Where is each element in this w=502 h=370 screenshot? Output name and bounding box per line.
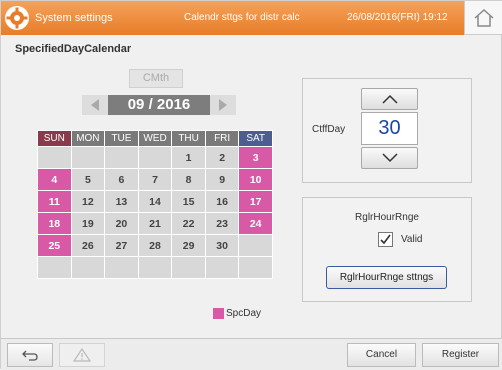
cutoff-label: CtffDay (312, 124, 346, 135)
weekday-header: MON (70, 130, 106, 147)
header-bar: System settings Calendr sttgs for distr … (1, 1, 502, 35)
calendar-day-cell[interactable]: 9 (204, 168, 240, 191)
calendar-empty-cell (104, 256, 139, 279)
calendar-day-cell[interactable]: 17 (238, 190, 273, 213)
calendar-day-cell[interactable]: 22 (171, 212, 206, 235)
calendar-day-cell[interactable]: 16 (204, 190, 240, 213)
valid-label: Valid (401, 234, 423, 245)
header-orange-bar: System settings Calendr sttgs for distr … (1, 1, 464, 35)
legend-swatch (213, 308, 224, 319)
checkmark-icon (380, 234, 391, 245)
weekday-header: WED (137, 130, 173, 147)
calendar-day-cell[interactable]: 14 (137, 190, 173, 213)
calendar-day-cell[interactable]: 20 (104, 212, 139, 235)
footer-bar: Cancel Register (1, 338, 502, 370)
calendar-day-cell[interactable]: 12 (70, 190, 106, 213)
register-button[interactable]: Register (422, 343, 499, 367)
home-button[interactable] (464, 1, 502, 35)
regular-hour-range-settings-button[interactable]: RglrHourRnge sttngs (326, 266, 447, 289)
chevron-down-icon (381, 153, 398, 163)
calendar-empty-cell (171, 256, 206, 279)
calendar-day-cell[interactable]: 29 (171, 234, 206, 257)
calendar-day-cell[interactable]: 1 (171, 146, 206, 169)
cutoff-up-button[interactable] (361, 88, 418, 110)
calendar-empty-cell (204, 256, 240, 279)
legend-label: SpcDay (226, 308, 262, 319)
month-label: 09 / 2016 (108, 95, 210, 115)
cutoff-value[interactable]: 30 (361, 112, 418, 145)
valid-checkbox[interactable] (378, 232, 393, 247)
calendar-grid: SUN MON TUE WED THU FRI SAT 1 2 3 4 5 6 7 8 9 10 1… (37, 130, 273, 279)
calendar-day-cell[interactable]: 8 (171, 168, 206, 191)
datetime-display: 26/08/2016(FRI) 19:12 (347, 12, 448, 23)
weekday-header: FRI (204, 130, 240, 147)
prev-month-button[interactable] (82, 95, 108, 115)
home-icon (474, 8, 494, 27)
calendar-week-row: 123 (37, 146, 273, 169)
warning-button[interactable] (59, 343, 105, 367)
calendar-week-row (37, 256, 273, 279)
calendar-empty-cell (238, 256, 273, 279)
regular-hour-range-label: RglrHourRnge (355, 212, 419, 223)
weekday-header: SUN (37, 130, 72, 147)
calendar-week-row: 25 26 27 28 29 30 (37, 234, 273, 257)
calendar-day-cell[interactable]: 10 (238, 168, 273, 191)
calendar-day-cell[interactable]: 27 (104, 234, 139, 257)
gear-icon (5, 6, 29, 30)
weekday-header-row: SUN MON TUE WED THU FRI SAT (37, 130, 273, 147)
back-arrow-icon (22, 350, 38, 361)
regular-hour-range-panel: RglrHourRnge Valid RglrHourRnge sttngs (302, 197, 472, 302)
cancel-button[interactable]: Cancel (347, 343, 416, 367)
calendar-day-cell[interactable]: 15 (171, 190, 206, 213)
calendar-day-cell[interactable]: 19 (70, 212, 106, 235)
calendar-day-cell[interactable]: 25 (37, 234, 72, 257)
calendar-day-cell[interactable]: 3 (238, 146, 273, 169)
calendar-empty-cell (137, 256, 173, 279)
next-month-button[interactable] (210, 95, 236, 115)
calendar-day-cell[interactable]: 7 (137, 168, 173, 191)
weekday-header: SAT (238, 130, 273, 147)
current-month-button[interactable]: CMth (129, 69, 183, 88)
calendar-day-cell[interactable]: 30 (204, 234, 240, 257)
warning-icon (73, 348, 91, 362)
arrow-right-icon (219, 99, 227, 111)
calendar-day-cell[interactable]: 6 (104, 168, 139, 191)
back-button[interactable] (7, 343, 53, 367)
calendar-day-cell[interactable]: 23 (204, 212, 240, 235)
legend: SpcDay (213, 308, 261, 319)
calendar-empty-cell (70, 146, 106, 169)
calendar-empty-cell (137, 146, 173, 169)
cutoff-panel: CtffDay 30 (302, 78, 472, 183)
calendar-empty-cell (37, 146, 72, 169)
weekday-header: TUE (104, 130, 139, 147)
calendar-empty-cell (104, 146, 139, 169)
calendar-day-cell[interactable]: 4 (37, 168, 72, 191)
calendar-week-row: 11 12 13 14 15 16 17 (37, 190, 273, 213)
calendar-week-row: 4 5 6 7 8 9 10 (37, 168, 273, 191)
chevron-up-icon (381, 94, 398, 104)
calendar-day-cell[interactable]: 26 (70, 234, 106, 257)
calendar-day-cell[interactable]: 11 (37, 190, 72, 213)
settings-window: System settings Calendr sttgs for distr … (0, 0, 502, 370)
calendar-week-row: 18 19 20 21 22 23 24 (37, 212, 273, 235)
calendar-day-cell[interactable]: 24 (238, 212, 273, 235)
section-title: SpecifiedDayCalendar (15, 43, 132, 55)
screen-subtitle: Calendr sttgs for distr calc (184, 12, 300, 23)
calendar-empty-cell (238, 234, 273, 257)
calendar-day-cell[interactable]: 13 (104, 190, 139, 213)
weekday-header: THU (171, 130, 206, 147)
calendar-day-cell[interactable]: 28 (137, 234, 173, 257)
calendar-empty-cell (37, 256, 72, 279)
cutoff-down-button[interactable] (361, 147, 418, 169)
calendar-day-cell[interactable]: 21 (137, 212, 173, 235)
calendar-empty-cell (70, 256, 106, 279)
calendar-day-cell[interactable]: 18 (37, 212, 72, 235)
arrow-left-icon (91, 99, 99, 111)
calendar-day-cell[interactable]: 2 (204, 146, 240, 169)
window-title: System settings (35, 12, 113, 24)
calendar-day-cell[interactable]: 5 (70, 168, 106, 191)
